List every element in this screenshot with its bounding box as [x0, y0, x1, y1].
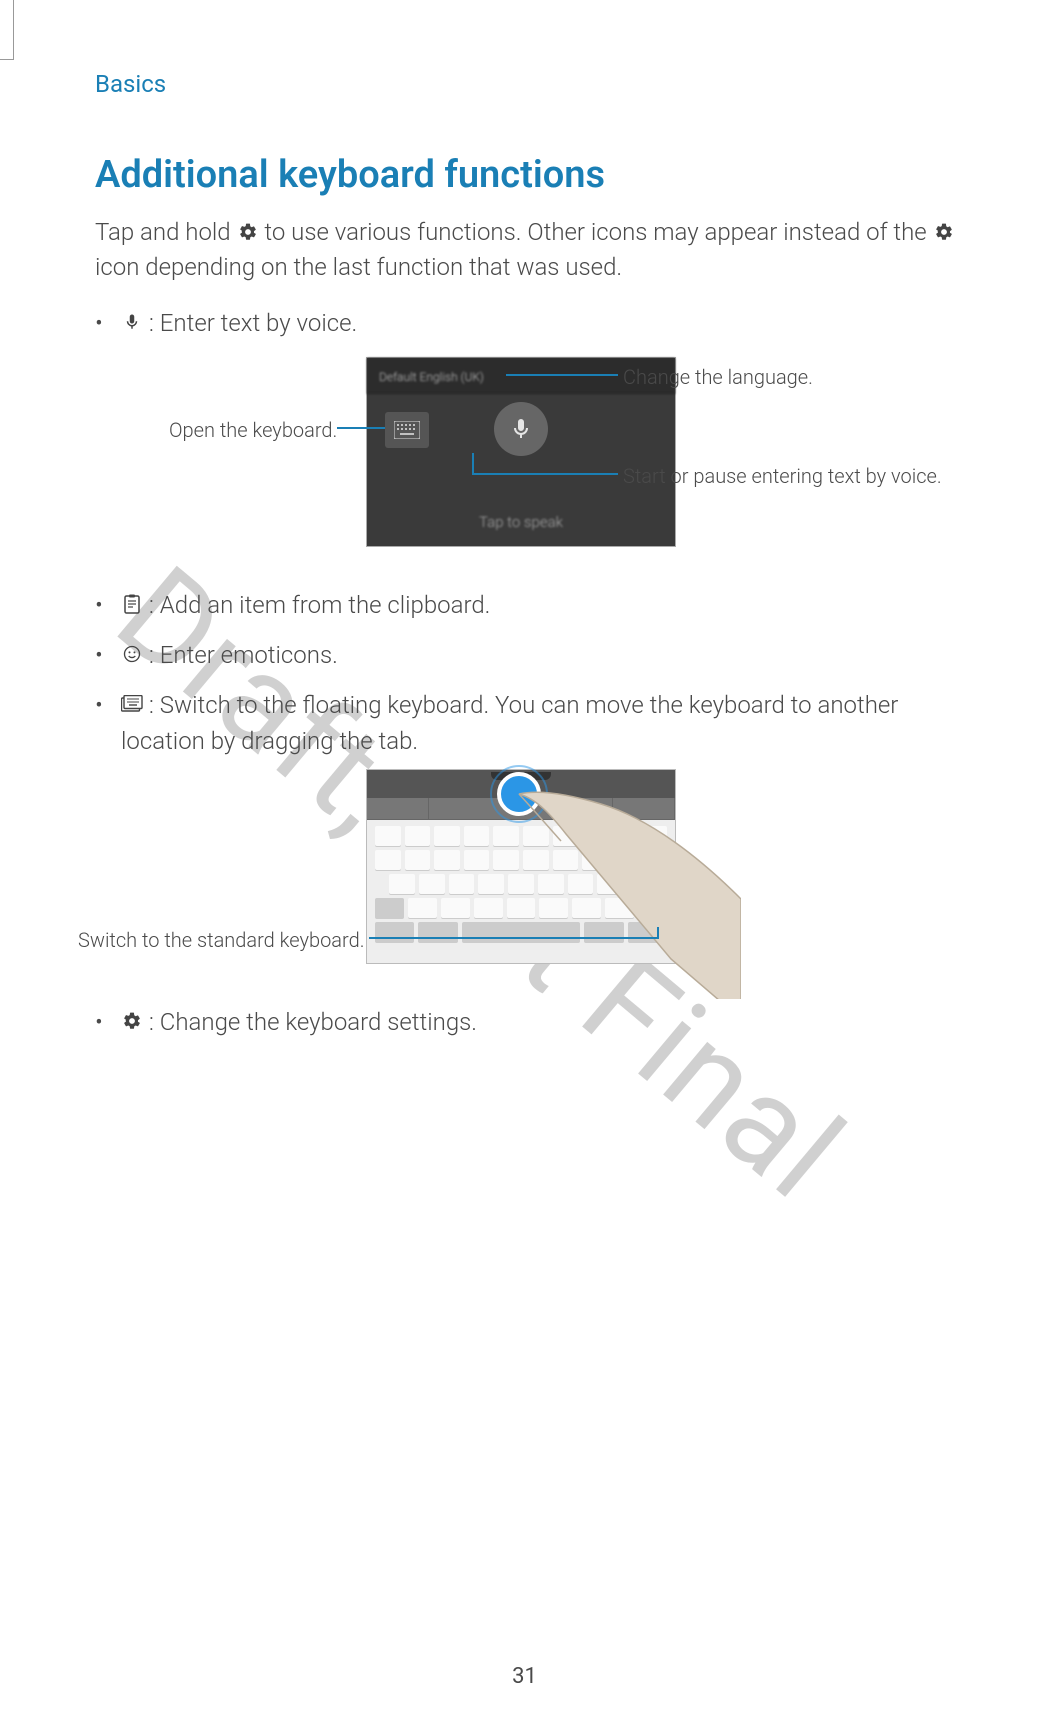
- intro-paragraph: Tap and hold to use various functions. O…: [95, 215, 959, 285]
- figure-floating-keyboard: Switch to the standard keyboard.: [121, 769, 959, 974]
- gear-icon: [237, 221, 259, 243]
- callout-line: [506, 374, 618, 376]
- intro-text-3: icon depending on the last function that…: [95, 253, 622, 281]
- page-content: Basics Additional keyboard functions Tap…: [0, 0, 1049, 1040]
- bullet-list: : Enter text by voice. Default English (…: [95, 305, 959, 1040]
- callout-line: [472, 453, 474, 473]
- bullet-voice: : Enter text by voice. Default English (…: [121, 305, 959, 557]
- figure-voice: Default English (UK) Tap to speak Open t…: [121, 357, 959, 557]
- breadcrumb: Basics: [95, 70, 959, 98]
- clipboard-icon: [121, 593, 143, 615]
- callout-line: [657, 927, 659, 939]
- intro-text-1: Tap and hold: [95, 218, 237, 246]
- callout-switch-standard: Switch to the standard keyboard.: [78, 925, 364, 955]
- bullet-clipboard: : Add an item from the clipboard.: [121, 587, 959, 623]
- voice-mic-button: [494, 402, 548, 456]
- bullet-clipboard-text: : Add an item from the clipboard.: [149, 591, 491, 619]
- callout-start-pause: Start or pause entering text by voice.: [623, 461, 943, 491]
- bullet-floating-text: : Switch to the floating keyboard. You c…: [121, 691, 898, 755]
- bullet-settings: : Change the keyboard settings.: [121, 1004, 959, 1040]
- page-heading: Additional keyboard functions: [95, 153, 959, 197]
- callout-line: [369, 937, 659, 939]
- gear-icon: [933, 221, 955, 243]
- callout-line: [472, 473, 618, 475]
- keyboard-keys: [367, 820, 675, 952]
- floating-keyboard-icon: [121, 693, 143, 715]
- callout-open-keyboard: Open the keyboard.: [169, 415, 337, 445]
- page-edge-tab: [0, 0, 14, 60]
- keyboard-drag-tab: [367, 770, 675, 798]
- switch-standard-key: [628, 922, 667, 942]
- gear-icon: [121, 1010, 143, 1032]
- open-keyboard-button: [385, 412, 429, 448]
- bullet-emoticons: : Enter emoticons.: [121, 637, 959, 673]
- floating-keyboard-screenshot: [366, 769, 676, 964]
- intro-text-2: to use various functions. Other icons ma…: [264, 218, 932, 246]
- page-number: 31: [0, 1664, 1049, 1689]
- mic-icon: [121, 311, 143, 333]
- voice-tap-to-speak: Tap to speak: [367, 511, 675, 546]
- keyboard-toolbar: [367, 798, 675, 820]
- callout-change-language: Change the language.: [623, 362, 813, 392]
- bullet-emoticons-text: : Enter emoticons.: [149, 641, 338, 669]
- bullet-floating: : Switch to the floating keyboard. You c…: [121, 687, 959, 974]
- bullet-voice-text: : Enter text by voice.: [149, 309, 357, 337]
- callout-line: [337, 427, 385, 429]
- smiley-icon: [121, 643, 143, 665]
- bullet-settings-text: : Change the keyboard settings.: [149, 1008, 477, 1036]
